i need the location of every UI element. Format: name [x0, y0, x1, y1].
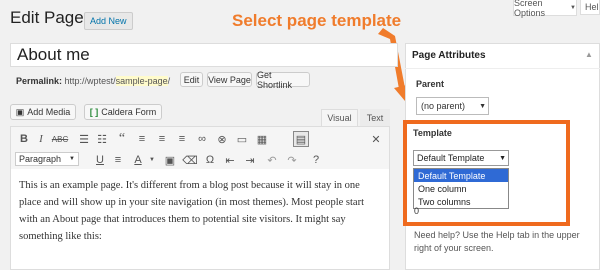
underline-icon[interactable]: U	[93, 153, 107, 167]
expand-icon[interactable]: ✕	[369, 132, 383, 146]
align-right-icon[interactable]: ≡	[175, 132, 189, 146]
help-icon[interactable]: ?	[309, 153, 323, 167]
parent-label: Parent	[416, 79, 445, 89]
permalink-slug[interactable]: sample-page	[115, 76, 168, 86]
indent-icon[interactable]: ⇥	[243, 153, 257, 167]
strikethrough-icon[interactable]: ABC	[52, 132, 68, 146]
caret-down-icon: ▼	[479, 102, 486, 110]
unlink-icon[interactable]: ⊗	[215, 132, 229, 146]
blockquote-icon[interactable]: “	[115, 131, 129, 146]
align-left-icon[interactable]: ≡	[135, 132, 149, 146]
media-icon: ▣	[15, 106, 25, 117]
format-select[interactable]: Paragraph ▼	[15, 152, 79, 166]
get-shortlink-button[interactable]: Get Shortlink	[256, 70, 310, 90]
add-media-button[interactable]: ▣ Add Media	[10, 104, 76, 120]
view-page-button[interactable]: View Page	[207, 72, 252, 87]
caret-down-icon[interactable]: ▼	[145, 153, 159, 167]
editor-toolbar: B I ABC ☰ ☷ “ ≡ ≡ ≡ ∞ ⊗ ▭ ▦ ▤ ✕ Paragrap…	[10, 126, 390, 170]
permalink-row: Permalink: http://wptest/sample-page/	[16, 76, 170, 86]
template-label: Template	[413, 128, 452, 138]
order-value[interactable]: 0	[414, 206, 419, 216]
justify-icon[interactable]: ≡	[111, 153, 125, 167]
link-icon[interactable]: ∞	[195, 132, 209, 146]
add-media-label: Add Media	[27, 107, 71, 117]
tab-visual[interactable]: Visual	[321, 109, 358, 126]
page-attributes-title: Page Attributes	[405, 43, 600, 69]
permalink-base: http://wptest/	[64, 76, 116, 86]
tab-text[interactable]: Text	[360, 109, 390, 126]
permalink-end: /	[167, 76, 171, 86]
template-option[interactable]: One column	[414, 182, 508, 195]
template-option[interactable]: Default Template	[414, 169, 508, 182]
caret-down-icon: ▼	[499, 154, 506, 162]
parent-select[interactable]: (no parent) ▼	[416, 97, 489, 115]
template-option[interactable]: Two columns	[414, 195, 508, 208]
parent-value: (no parent)	[421, 101, 466, 111]
editor-content[interactable]: This is an example page. It's different …	[10, 169, 390, 270]
italic-icon[interactable]: I	[34, 132, 48, 146]
clear-formatting-icon[interactable]: ⌫	[182, 153, 198, 167]
undo-icon[interactable]: ↶	[265, 153, 279, 167]
caret-down-icon: ▼	[69, 156, 75, 162]
outdent-icon[interactable]: ⇤	[223, 153, 237, 167]
redo-icon[interactable]: ↷	[285, 153, 299, 167]
text-color-icon[interactable]: A	[131, 153, 145, 167]
permalink-label: Permalink:	[16, 76, 63, 86]
read-more-icon[interactable]: ▭	[235, 132, 249, 146]
bullet-list-icon[interactable]: ☰	[77, 132, 91, 146]
collapse-icon[interactable]: ▲	[585, 50, 593, 59]
template-select[interactable]: Default Template ▼	[413, 150, 509, 166]
kitchen-sink-icon[interactable]: ▤	[293, 131, 309, 147]
post-title-input[interactable]: About me	[10, 43, 398, 67]
align-center-icon[interactable]: ≡	[155, 132, 169, 146]
template-dropdown-list: Default Template One column Two columns	[413, 168, 509, 209]
format-value: Paragraph	[19, 154, 62, 164]
numbered-list-icon[interactable]: ☷	[95, 132, 109, 146]
caldera-form-button[interactable]: [ ] Caldera Form	[84, 104, 162, 120]
bold-icon[interactable]: B	[17, 132, 31, 146]
caldera-icon: [ ]	[89, 107, 99, 117]
edit-permalink-button[interactable]: Edit	[180, 72, 203, 87]
paste-text-icon[interactable]: ▣	[163, 153, 177, 167]
special-character-icon[interactable]: Ω	[203, 153, 217, 167]
template-value: Default Template	[417, 153, 485, 163]
caldera-label: Caldera Form	[101, 107, 157, 117]
fullscreen-icon[interactable]: ▦	[255, 132, 269, 146]
help-text: Need help? Use the Help tab in the upper…	[414, 230, 580, 253]
